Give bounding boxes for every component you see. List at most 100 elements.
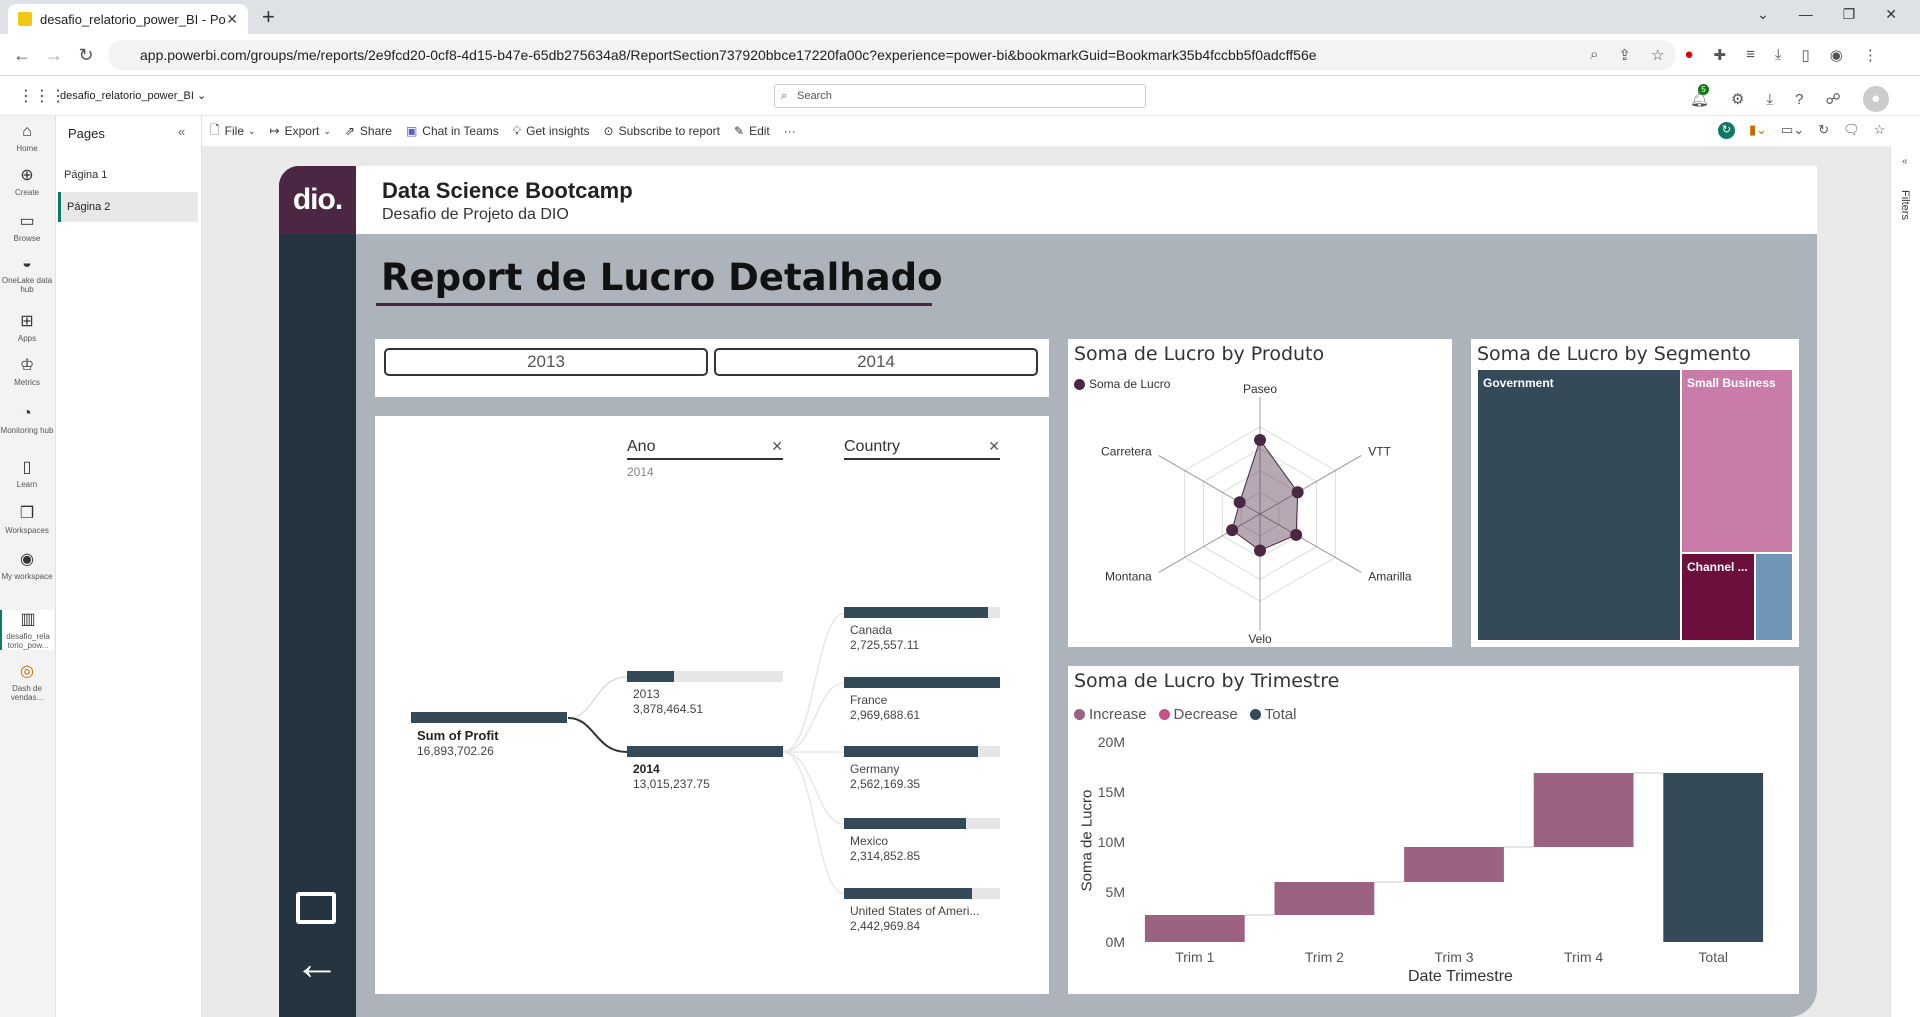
refresh-icon[interactable]: ↻ [1818, 122, 1829, 139]
node-value: 2,969,688.61 [850, 708, 921, 722]
leftnav-item-onelake[interactable]: ◒ OneLake data hub [0, 254, 54, 294]
leftnav-item-workspaces[interactable]: ❒ Workspaces [0, 504, 54, 535]
extensions-icon[interactable]: ✚ [1714, 46, 1727, 64]
comment-icon[interactable]: 🗨︎ [1843, 122, 1860, 139]
leftnav-item-metrics[interactable]: ♔ Metrics [0, 356, 54, 387]
leftnav-item-learn[interactable]: ▯ Learn [0, 458, 54, 489]
leftnav-label: My workspace [1, 572, 53, 581]
new-tab-button[interactable]: + [262, 4, 275, 30]
tab-list-chevron-icon[interactable]: ⌄ [1757, 6, 1769, 23]
feedback-icon[interactable]: ☍ [1825, 90, 1840, 108]
treemap-tile-other[interactable] [1756, 554, 1792, 640]
collapse-pages-icon[interactable]: « [178, 124, 185, 139]
close-window-icon[interactable]: ✕ [1885, 6, 1897, 23]
decomp-country-label: Canada 2,725,557.11 [850, 623, 919, 653]
refresh-visual-icon[interactable]: ↻ [1718, 122, 1735, 139]
waterfall-bar[interactable] [1274, 882, 1375, 915]
help-icon[interactable]: ? [1795, 91, 1803, 108]
treemap-tile-small-business[interactable]: Small Business [1682, 370, 1792, 552]
remove-level-icon[interactable]: ✕ [771, 438, 783, 455]
radar-point[interactable] [1233, 496, 1246, 509]
favorite-star-icon[interactable]: ☆ [1874, 122, 1886, 139]
get-insights-button[interactable]: 💡︎ Get insights [513, 124, 590, 139]
settings-gear-icon[interactable]: ⚙ [1731, 90, 1744, 108]
notifications-icon[interactable]: 🔔︎ 5 [1690, 84, 1709, 108]
radar-point[interactable] [1254, 544, 1266, 557]
page-item-1[interactable]: Página 1 [56, 160, 198, 190]
back-arrow-icon[interactable]: ← [294, 940, 340, 986]
tab-close-icon[interactable]: ✕ [226, 11, 238, 28]
waterfall-bar[interactable] [1663, 773, 1764, 942]
download-icon[interactable]: ⤓ [1775, 46, 1782, 64]
bookmark-star-icon[interactable]: ☆ [1651, 46, 1664, 64]
leftnav-item-browse[interactable]: ▭ Browse [0, 212, 54, 243]
browser-menu-icon[interactable]: ⋮ [1863, 46, 1878, 64]
radar-point[interactable] [1291, 486, 1304, 499]
profile-avatar[interactable]: ◉ [1830, 46, 1843, 64]
leftnav-item-create[interactable]: ⊕ Create [0, 166, 54, 197]
subscribe-button[interactable]: ⊙ Subscribe to report [604, 124, 720, 138]
decomp-header-ano[interactable]: Ano ✕ [627, 438, 783, 460]
forward-icon[interactable]: → [44, 46, 64, 64]
page-item-2[interactable]: Página 2 [58, 192, 198, 222]
year-button-2013[interactable]: 2013 [384, 348, 708, 376]
export-icon: ↦ [269, 124, 280, 138]
url-field[interactable]: app.powerbi.com/groups/me/reports/2e9fcd… [108, 40, 1676, 70]
treemap-tile-government[interactable]: Government [1478, 370, 1680, 640]
leftnav-item-home[interactable]: ⌂ Home [0, 122, 54, 153]
account-avatar[interactable]: ● [1862, 86, 1889, 112]
window-controls[interactable]: ⌄ — ❐ ✕ [1742, 6, 1912, 23]
radar-point[interactable] [1226, 524, 1239, 537]
report-name-dropdown[interactable]: desafio_relatorio_power_BI ⌄ [60, 89, 206, 102]
file-menu[interactable]: 🗋︎ File ⌄ [210, 121, 256, 142]
radar-point[interactable] [1290, 528, 1303, 541]
leftnav-item-apps[interactable]: ⊞ Apps [0, 312, 54, 343]
decomp-country-bar[interactable] [844, 818, 1000, 829]
tile-label: Government [1483, 376, 1554, 390]
view-icon[interactable]: ▭⌄ [1781, 122, 1804, 139]
leftnav-item-monitoring[interactable]: ◔ Monitoring hub [0, 404, 54, 435]
chat-teams-button[interactable]: ▣ Chat in Teams [406, 124, 499, 138]
subscribe-label: Subscribe to report [618, 124, 720, 138]
export-menu[interactable]: ↦ Export ⌄ [270, 124, 331, 138]
app-launcher-icon[interactable]: ⋮⋮⋮ [18, 86, 66, 106]
share-button[interactable]: ⇗ Share [345, 124, 392, 138]
bookmark-icon[interactable]: ▮⌄ [1749, 122, 1767, 139]
waterfall-bar[interactable] [1404, 847, 1504, 882]
browser-tab[interactable]: desafio_relatorio_power_BI - Pow ✕ [8, 4, 248, 34]
decomp-country-bar[interactable] [844, 607, 1000, 618]
media-icon[interactable]: ≡ [1746, 46, 1755, 64]
reload-icon[interactable]: ↻ [76, 46, 96, 64]
decomp-root-bar[interactable] [411, 712, 567, 723]
year-button-2014[interactable]: 2014 [714, 348, 1038, 376]
remove-level-icon[interactable]: ✕ [988, 438, 1000, 455]
decomp-country-bar[interactable] [844, 677, 1000, 688]
waterfall-bar[interactable] [1533, 773, 1634, 847]
decomp-country-bar[interactable] [844, 888, 1000, 899]
extension-opera-icon[interactable]: ● [1684, 46, 1693, 64]
share-page-icon[interactable]: ⇪ [1618, 46, 1631, 64]
filters-pane-collapsed[interactable]: « Filters [1890, 146, 1920, 1017]
zoom-icon[interactable]: ⌕ [1590, 46, 1598, 64]
decomp-header-country[interactable]: Country ✕ [844, 438, 1000, 460]
radar-point[interactable] [1254, 434, 1266, 447]
search-input[interactable]: ⌕ Search [774, 84, 1146, 108]
decomp-year-bar[interactable] [627, 671, 783, 682]
chat-bubble-icon[interactable] [296, 892, 336, 924]
maximize-icon[interactable]: ❐ [1843, 6, 1856, 23]
sidebar-icon[interactable]: ▯ [1801, 46, 1809, 64]
leftnav-item-my-workspace[interactable]: ◉ My workspace [0, 550, 54, 581]
decomp-country-bar[interactable] [844, 746, 1000, 757]
back-icon[interactable]: ← [12, 46, 32, 64]
edit-button[interactable]: ✎ Edit [734, 124, 770, 138]
decomp-header-label: Country [844, 438, 901, 455]
waterfall-bar[interactable] [1144, 915, 1245, 942]
leftnav-item-dashboard[interactable]: ◎ Dash de vendas... [0, 662, 54, 702]
treemap-tile-channel[interactable]: Channel ... [1682, 554, 1754, 640]
leftnav-item-report[interactable]: ▥ desafio_rela torio_pow... [0, 610, 54, 650]
download-app-icon[interactable]: ⤓ [1767, 91, 1774, 108]
radar-category-label: Carretera [1101, 445, 1152, 459]
more-options-button[interactable]: ··· [784, 124, 796, 138]
decomp-year-bar[interactable] [627, 746, 783, 757]
minimize-icon[interactable]: — [1799, 6, 1813, 23]
